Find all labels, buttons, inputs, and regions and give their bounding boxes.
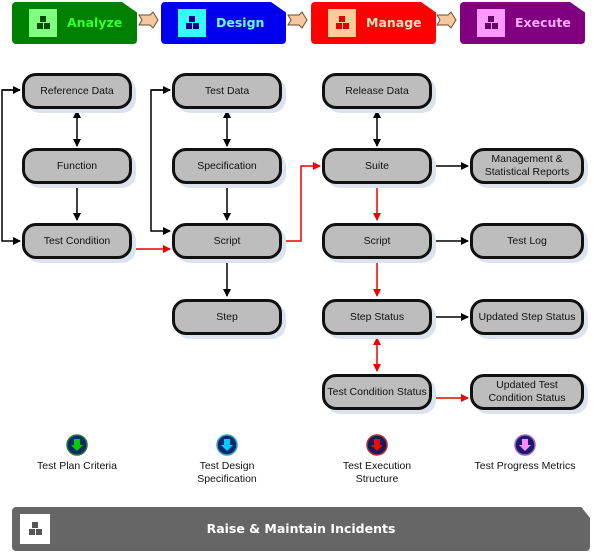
node-step[interactable]: Step — [172, 299, 282, 335]
node-test-log[interactable]: Test Log — [470, 223, 584, 259]
banner-label: Raise & Maintain Incidents — [206, 521, 396, 536]
incidents-banner[interactable]: Raise & Maintain Incidents — [12, 507, 590, 551]
node-suite[interactable]: Suite — [322, 148, 432, 184]
node-specification[interactable]: Specification — [172, 148, 282, 184]
node-release-data[interactable]: Release Data — [322, 73, 432, 109]
node-test-condition[interactable]: Test Condition — [22, 223, 132, 259]
legend-label: Test Plan Criteria — [37, 460, 117, 472]
node-test-condition-status[interactable]: Test Condition Status — [322, 374, 432, 410]
down-arrow-icon — [216, 434, 238, 456]
node-step-status[interactable]: Step Status — [322, 299, 432, 335]
down-arrow-icon — [514, 434, 536, 456]
legend-test-execution-structure: Test Execution Structure — [322, 434, 432, 486]
legend-label: Test Execution Structure — [342, 460, 412, 486]
node-function[interactable]: Function — [22, 148, 132, 184]
legend-test-design-specification: Test Design Specification — [172, 434, 282, 486]
down-arrow-icon — [66, 434, 88, 456]
connector — [1, 89, 21, 245]
node-updated-step-status[interactable]: Updated Step Status — [470, 299, 584, 335]
node-manage-script[interactable]: Script — [322, 223, 432, 259]
phase-arrow-icon — [138, 11, 457, 29]
node-updated-test-condition-status[interactable]: Updated Test Condition Status — [470, 374, 584, 410]
node-test-data[interactable]: Test Data — [172, 73, 282, 109]
legend-test-plan-criteria: Test Plan Criteria — [22, 434, 132, 473]
node-management-reports[interactable]: Management & Statistical Reports — [470, 148, 584, 184]
down-arrow-icon — [366, 434, 388, 456]
node-reference-data[interactable]: Reference Data — [22, 73, 132, 109]
legend-label: Test Design Specification — [197, 460, 257, 486]
legend-label: Test Progress Metrics — [474, 460, 576, 472]
legend-test-progress-metrics: Test Progress Metrics — [470, 434, 580, 473]
node-design-script[interactable]: Script — [172, 223, 282, 259]
